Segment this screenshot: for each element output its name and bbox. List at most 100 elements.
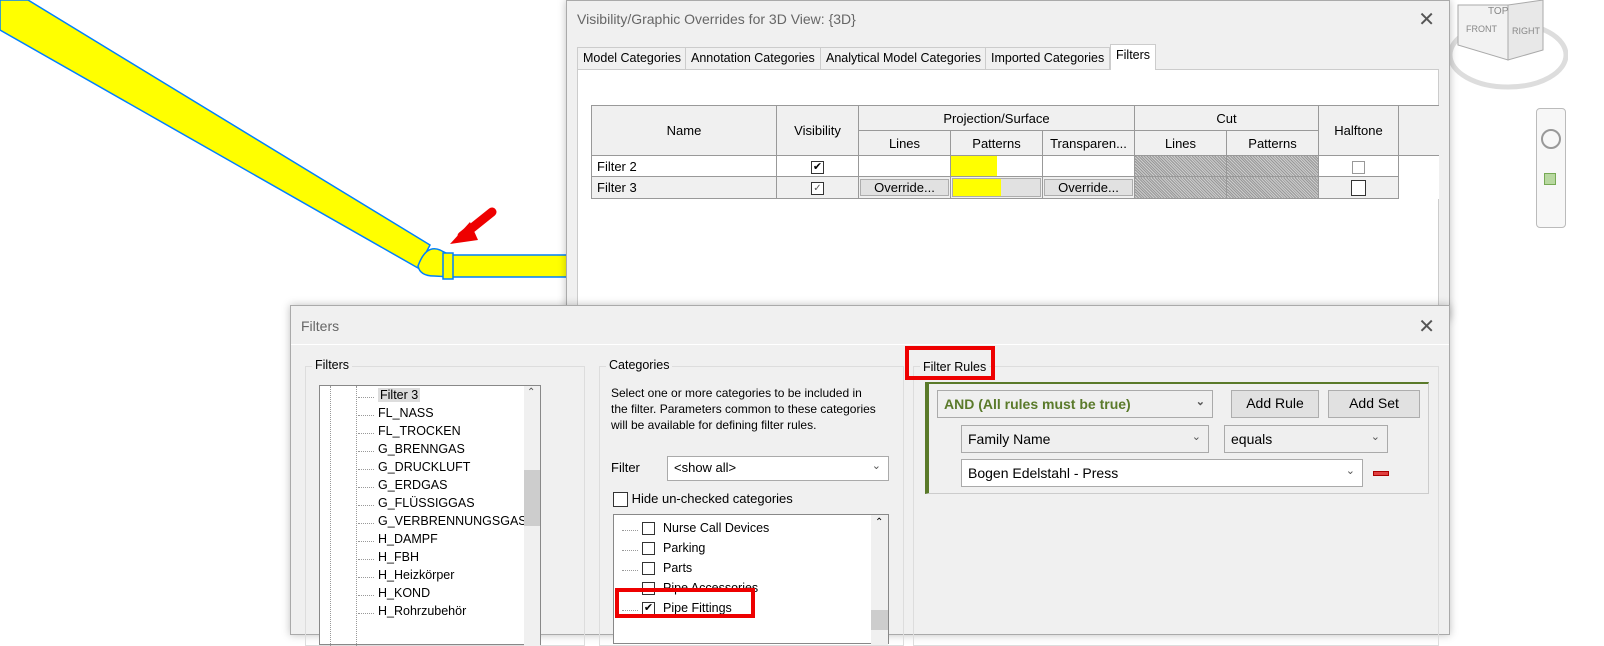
value-combobox[interactable]: Bogen Edelstahl - Press ⌄ [961,459,1363,487]
filter-list[interactable]: Filter 3 FL_NASS FL_TROCKEN G_BRENNGAS G_DRU… [319,385,541,646]
filter-list-item[interactable]: FL_NASS [358,406,434,420]
category-item[interactable]: Parking [621,541,706,556]
scroll-up-icon[interactable]: ⌃ [527,387,535,398]
filter-list-item[interactable]: FL_TROCKEN [358,424,461,438]
filter-list-item[interactable]: G_ERDGAS [357,478,447,492]
dropdown-value: Bogen Edelstahl - Press [968,465,1119,481]
chevron-down-icon: ⌄ [1191,431,1201,443]
filter-name[interactable]: Filter 2 [591,155,777,177]
filter-list-item[interactable]: H_Rohrzubehör [357,604,466,618]
chevron-down-icon: ⌄ [1195,396,1205,408]
tab-filters[interactable]: Filters [1110,44,1157,70]
scrollbar[interactable]: ⌃ [524,386,540,646]
filter-name[interactable]: Filter 3 [591,176,777,199]
dropdown-value: equals [1231,431,1273,447]
col-transparency: Transparen... [1042,130,1135,156]
zoom-region-icon[interactable] [1544,173,1556,185]
table-row[interactable]: Filter 3 ✓ Override... Override... [591,176,1439,199]
dialog-title: Filters [301,318,340,334]
scrollbar-thumb[interactable] [524,470,540,526]
transparency-override-button[interactable]: Override... [1044,179,1133,196]
filter-list-item[interactable]: G_BRENNGAS [358,442,465,456]
highlight-box [615,588,755,618]
viewcube[interactable]: FRONT RIGHT TOP [1447,0,1569,95]
halftone-checkbox[interactable] [1352,160,1365,174]
viewcube-top[interactable]: TOP [1488,6,1508,17]
filter-list-item[interactable]: H_Heizkörper [357,568,454,582]
col-patterns: Patterns [950,130,1043,156]
category-item[interactable]: Parts [621,561,693,576]
category-checkbox[interactable] [642,542,655,556]
col-halftone: Halftone [1318,105,1399,156]
chevron-down-icon: ⌄ [871,460,881,472]
viewcube-right[interactable]: RIGHT [1512,26,1540,36]
category-label: Parking [663,541,706,555]
filters-table: Name Visibility Projection/Surface Cut H… [591,105,1439,199]
filter-list-item[interactable]: G_VERBRENNUNGSGAS [358,514,527,528]
tab-model-categories[interactable]: Model Categories [577,47,687,70]
visibility-checkbox[interactable]: ✔ [811,160,824,174]
group-label: Categories [606,358,673,372]
navigation-bar[interactable] [1536,108,1566,228]
halftone-checkbox[interactable] [1351,179,1366,196]
operator-dropdown[interactable]: equals ⌄ [1224,425,1388,453]
group-label: Filters [312,358,353,372]
projection-lines-cell[interactable] [858,155,951,177]
filter-list-item[interactable]: G_DRUCKLUFT [357,460,470,474]
horizontal-pipe [447,254,579,278]
transparency-cell[interactable] [1042,155,1135,177]
col-cut-lines: Lines [1134,130,1227,156]
steering-wheel-icon[interactable] [1541,129,1561,149]
parameter-dropdown[interactable]: Family Name ⌄ [961,425,1209,453]
close-icon[interactable]: ✕ [1418,7,1435,32]
remove-rule-icon[interactable] [1373,471,1389,476]
highlight-box [905,346,995,380]
close-icon[interactable]: ✕ [1418,314,1435,339]
pipe-3d-view[interactable] [0,0,600,300]
col-projection-surface: Projection/Surface [858,105,1135,131]
filter-list-item[interactable]: G_FLÜSSIGGAS [358,496,475,510]
category-item[interactable]: Nurse Call Devices [621,521,770,536]
dialog-title: Visibility/Graphic Overrides for 3D View… [577,11,856,27]
hide-unchecked-checkbox[interactable]: Hide un-checked categories [613,491,793,508]
table-row[interactable]: Filter 2 ✔ [591,155,1439,177]
tab-analytical-model-categories[interactable]: Analytical Model Categories [820,47,987,70]
scrollbar-thumb[interactable] [871,610,888,630]
viewcube-front[interactable]: FRONT [1466,24,1497,34]
dropdown-value: AND (All rules must be true) [944,396,1131,412]
filter-list-item[interactable]: H_KOND [357,586,430,600]
dropdown-value: Family Name [968,431,1051,447]
scroll-up-icon[interactable]: ⌃ [875,517,883,528]
chevron-down-icon: ⌄ [1345,465,1355,477]
category-label: Parts [663,561,693,575]
category-label: Nurse Call Devices [663,521,770,535]
filter-list-item[interactable]: H_DAMPF [358,532,438,546]
diagonal-pipe [0,0,431,270]
categories-list[interactable]: Nurse Call Devices Parking Parts Pipe Acces… [613,514,889,645]
category-filter-dropdown[interactable]: <show all> ⌄ [667,456,889,481]
add-set-button[interactable]: Add Set [1328,390,1420,418]
category-checkbox[interactable] [642,562,655,576]
col-cut: Cut [1134,105,1319,131]
add-rule-button[interactable]: Add Rule [1231,390,1319,418]
pattern-color-swatch[interactable] [951,156,997,176]
col-lines: Lines [858,130,951,156]
chevron-down-icon: ⌄ [1370,431,1380,443]
scrollbar[interactable]: ⌃ [871,515,888,645]
pattern-color-swatch[interactable] [953,179,1001,196]
red-arrow-icon [450,207,497,244]
filters-dialog: Filters ✕ Filters Filter 3 FL_NASS FL_TROC… [290,305,1450,646]
visibility-checkbox[interactable]: ✓ [811,182,824,196]
col-cut-patterns: Patterns [1226,130,1319,156]
categories-help-text: Select one or more categories to be incl… [611,386,876,432]
col-name: Name [591,105,777,156]
visibility-graphics-dialog: Visibility/Graphic Overrides for 3D View… [566,0,1450,329]
category-checkbox[interactable] [642,522,655,536]
tab-annotation-categories[interactable]: Annotation Categories [685,47,821,70]
lines-override-button[interactable]: Override... [860,179,949,196]
checkbox-label: Hide un-checked categories [631,491,793,506]
logic-dropdown[interactable]: AND (All rules must be true) ⌄ [937,390,1213,418]
tab-imported-categories[interactable]: Imported Categories [985,47,1111,70]
filter-list-item[interactable]: H_FBH [358,550,419,564]
filter-list-item[interactable]: Filter 3 [357,388,421,402]
